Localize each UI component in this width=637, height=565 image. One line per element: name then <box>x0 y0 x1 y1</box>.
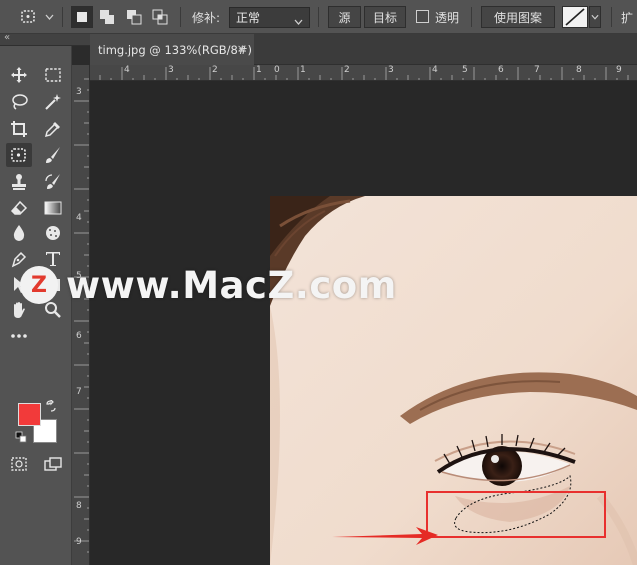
gradient-tool-icon[interactable] <box>40 196 66 220</box>
pattern-chevron-down-icon[interactable] <box>589 6 601 28</box>
patch-tool-icon[interactable] <box>6 143 32 167</box>
eyedropper-tool-icon[interactable] <box>40 117 66 141</box>
close-tab-icon[interactable]: × <box>237 42 246 55</box>
preset-chevron-down-icon[interactable] <box>44 12 54 22</box>
document-tab[interactable]: timg.jpg @ 133%(RGB/8#) × <box>90 34 254 65</box>
patch-mode-select[interactable]: 正常 <box>229 7 310 28</box>
ruler-v-label: 8 <box>76 501 82 511</box>
ruler-h-label: 1 <box>300 65 306 75</box>
watermark-logo: Z <box>20 266 58 304</box>
new-selection-mode-button[interactable] <box>71 6 93 28</box>
target-button[interactable]: 目标 <box>364 6 406 28</box>
portrait-illustration <box>270 196 637 565</box>
chevron-down-icon <box>294 14 303 28</box>
options-bar: 修补: 正常 源 目标 透明 使用图案 扩 <box>0 0 637 34</box>
more-tools-icon[interactable] <box>6 324 32 348</box>
ruler-h-label: 3 <box>168 65 174 75</box>
ruler-h-label: 7 <box>534 65 540 75</box>
vertical-ruler-ticks <box>74 78 89 553</box>
swap-colors-icon[interactable] <box>44 399 58 413</box>
crop-tool-icon[interactable] <box>6 117 32 141</box>
ruler-v-label: 9 <box>76 537 82 547</box>
ruler-v-label: 7 <box>76 387 82 397</box>
add-to-selection-icon[interactable] <box>97 8 117 26</box>
default-colors-icon[interactable] <box>14 430 28 444</box>
transparent-label: 透明 <box>435 11 460 25</box>
brush-tool-icon[interactable] <box>40 143 66 167</box>
magic-wand-tool-icon[interactable] <box>40 90 66 114</box>
ruler-v-label: 4 <box>76 213 82 223</box>
move-tool-icon[interactable] <box>6 63 32 87</box>
patch-label: 修补: <box>192 11 221 25</box>
ruler-h-label: 3 <box>388 65 394 75</box>
double-chevron-left-icon[interactable]: « <box>4 32 10 43</box>
watermark-logo-letter: Z <box>31 272 47 298</box>
toolbar-collapse-bar[interactable]: « <box>0 32 90 46</box>
photoshop-window: 修补: 正常 源 目标 透明 使用图案 扩 « timg.jpg @ 133%(… <box>0 0 637 565</box>
blur-tool-icon[interactable] <box>6 221 32 245</box>
history-brush-tool-icon[interactable] <box>40 170 66 194</box>
ruler-h-label: 1 <box>256 65 262 75</box>
document-canvas[interactable] <box>90 81 637 565</box>
ruler-h-label: 0 <box>274 65 280 75</box>
use-pattern-label: 使用图案 <box>493 10 542 25</box>
intersect-selection-icon[interactable] <box>150 8 170 26</box>
red-arrow-annotation <box>332 527 438 545</box>
diffusion-label: 扩 <box>621 11 634 25</box>
ruler-h-label: 5 <box>462 65 468 75</box>
horizontal-ruler: 4 3 2 1 0 1 2 3 4 5 6 7 8 9 <box>90 65 637 81</box>
ruler-h-label: 8 <box>576 65 582 75</box>
screen-mode-icon[interactable] <box>40 452 66 476</box>
use-pattern-button[interactable]: 使用图案 <box>481 6 555 28</box>
ruler-h-label: 4 <box>124 65 130 75</box>
watermark-text: www.MacZ.com <box>66 263 397 307</box>
source-button[interactable]: 源 <box>328 6 361 28</box>
marquee-tool-icon[interactable] <box>40 63 66 87</box>
vertical-ruler: 3 4 5 6 7 8 9 <box>72 65 90 565</box>
document-tab-strip: timg.jpg @ 133%(RGB/8#) × <box>90 34 637 65</box>
quick-mask-icon[interactable] <box>6 452 32 476</box>
ruler-h-label: 2 <box>344 65 350 75</box>
transparent-checkbox[interactable] <box>416 10 429 23</box>
eraser-tool-icon[interactable] <box>6 196 32 220</box>
watermark: Z www.MacZ.com <box>20 262 397 308</box>
sponge-tool-icon[interactable] <box>40 221 66 245</box>
ruler-h-label: 6 <box>498 65 504 75</box>
pattern-swatch[interactable] <box>562 6 588 28</box>
subtract-from-selection-icon[interactable] <box>124 8 144 26</box>
portrait-photo <box>270 196 637 565</box>
ruler-h-label: 4 <box>432 65 438 75</box>
ruler-h-label: 2 <box>212 65 218 75</box>
clone-stamp-tool-icon[interactable] <box>6 170 32 194</box>
ruler-v-label: 3 <box>76 87 82 97</box>
ruler-h-label: 9 <box>616 65 622 75</box>
patch-mode-value: 正常 <box>236 11 261 25</box>
ruler-v-label: 6 <box>76 331 82 341</box>
document-tab-title: timg.jpg @ 133%(RGB/8#) <box>98 42 252 57</box>
source-label: 源 <box>338 10 351 25</box>
foreground-color-swatch[interactable] <box>18 403 41 426</box>
lasso-tool-icon[interactable] <box>6 90 32 114</box>
patch-tool-preset-icon[interactable] <box>18 7 40 27</box>
target-label: 目标 <box>372 10 397 25</box>
